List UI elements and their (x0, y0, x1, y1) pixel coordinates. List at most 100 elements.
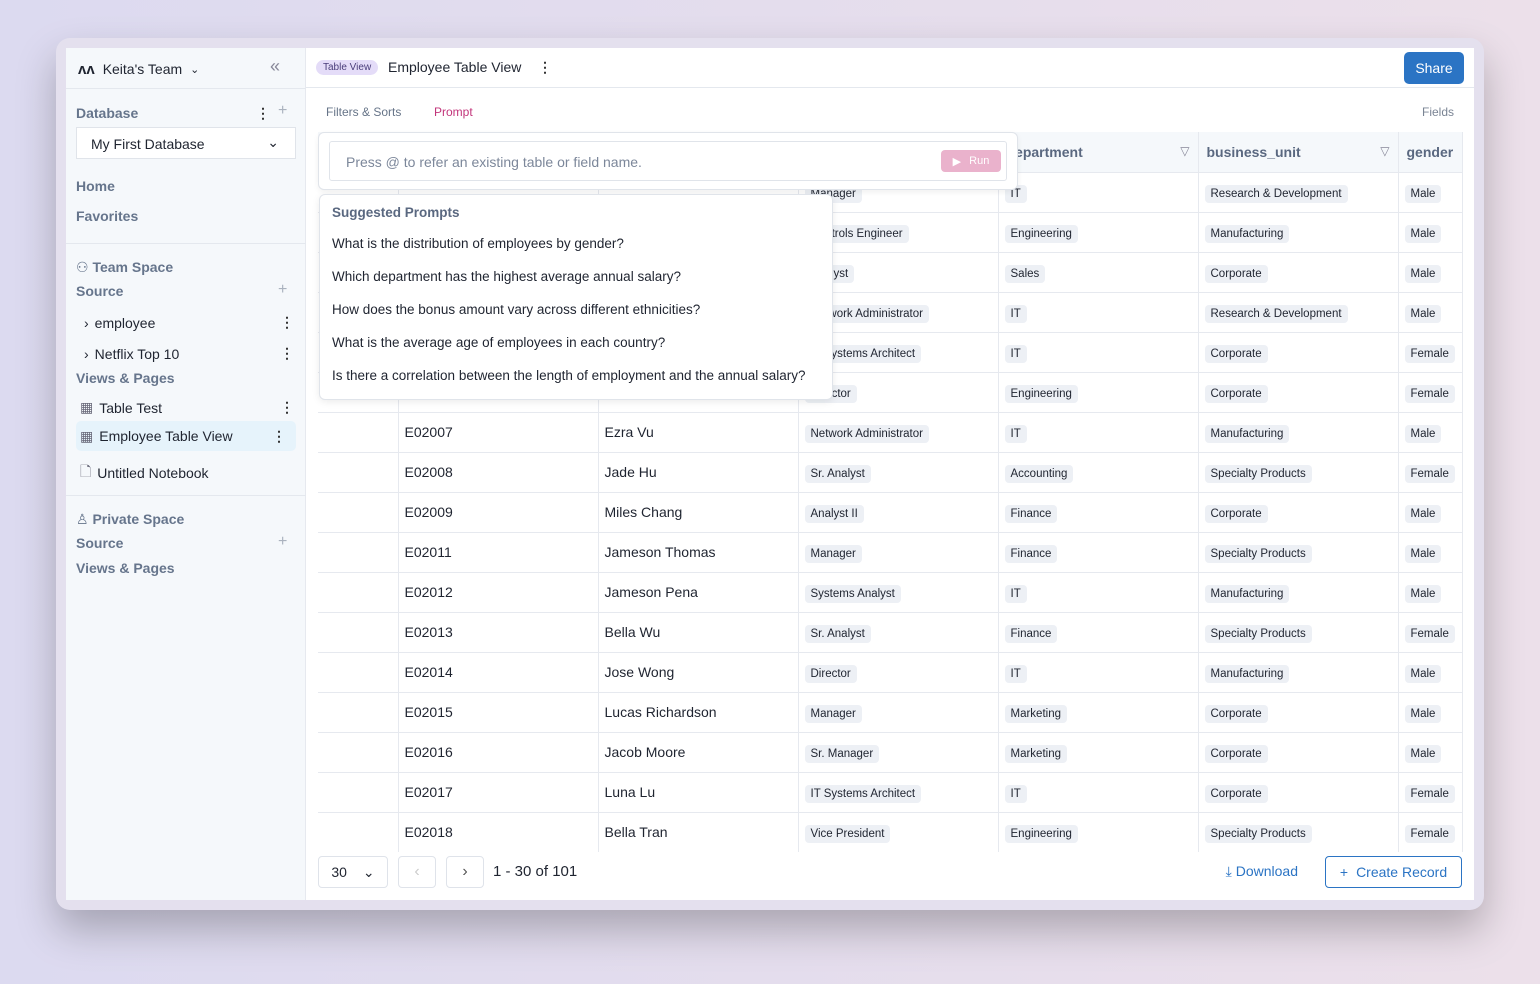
table-cell[interactable]: Manufacturing (1198, 571, 1399, 612)
table-cell[interactable]: E02008 (398, 451, 599, 492)
table-cell[interactable]: Female (1398, 331, 1463, 372)
table-cell[interactable]: Miles Chang (598, 491, 799, 532)
table-cell[interactable]: Corporate (1198, 371, 1399, 412)
table-cell[interactable]: E02017 (398, 771, 599, 812)
view-item-untitled-notebook[interactable]: 🗋 Untitled Notebook (80, 461, 209, 485)
table-cell[interactable]: Luna Lu (598, 771, 799, 812)
table-cell[interactable]: Female (1398, 371, 1463, 412)
table-cell[interactable]: Vice President (798, 811, 999, 852)
table-cell[interactable]: Male (1398, 251, 1463, 292)
collapse-sidebar-icon[interactable]: « (270, 56, 280, 77)
table-cell[interactable]: Sr. Analyst (798, 451, 999, 492)
table-cell[interactable]: Male (1398, 651, 1463, 692)
table-cell[interactable]: Jose Wong (598, 651, 799, 692)
more-icon[interactable]: ⋮ (280, 345, 294, 362)
table-cell[interactable]: E02011 (398, 531, 599, 572)
table-cell[interactable]: Bella Tran (598, 811, 799, 852)
table-cell[interactable]: Male (1398, 491, 1463, 532)
table-cell[interactable]: IT Systems Architect (798, 771, 999, 812)
table-cell[interactable]: Jade Hu (598, 451, 799, 492)
table-cell[interactable]: Female (1398, 611, 1463, 652)
table-cell[interactable]: Accounting (998, 451, 1199, 492)
table-row[interactable]: E02014 Jose Wong Director IT Manufacturing Ma… (318, 651, 1463, 692)
table-cell[interactable]: Corporate (1198, 491, 1399, 532)
page-size-select[interactable]: 30 ⌄ (318, 856, 388, 888)
run-button[interactable]: ▶ Run (941, 150, 1001, 172)
table-cell[interactable]: Engineering (998, 811, 1199, 852)
table-cell[interactable]: Finance (998, 531, 1199, 572)
table-cell[interactable]: Research & Development (1198, 171, 1399, 212)
filter-icon[interactable]: ▽ (1180, 144, 1189, 158)
table-cell[interactable]: Male (1398, 571, 1463, 612)
more-icon[interactable]: ⋮ (272, 428, 286, 445)
table-cell[interactable]: Research & Development (1198, 291, 1399, 332)
table-cell[interactable]: Marketing (998, 691, 1199, 732)
table-cell[interactable]: E02016 (398, 731, 599, 772)
table-cell[interactable]: Finance (998, 611, 1199, 652)
column-header[interactable]: gender (1398, 132, 1463, 172)
table-cell[interactable]: Male (1398, 691, 1463, 732)
suggested-prompt[interactable]: How does the bonus amount vary across di… (332, 302, 700, 317)
table-cell[interactable]: Lucas Richardson (598, 691, 799, 732)
table-cell[interactable]: Jameson Thomas (598, 531, 799, 572)
table-row[interactable]: E02011 Jameson Thomas Manager Finance Specia… (318, 531, 1463, 572)
table-cell[interactable]: Specialty Products (1198, 451, 1399, 492)
database-select[interactable]: My First Database ⌄ (76, 127, 296, 159)
table-cell[interactable]: Engineering (998, 211, 1199, 252)
table-cell[interactable]: IT (998, 571, 1199, 612)
table-cell[interactable]: Manufacturing (1198, 651, 1399, 692)
table-cell[interactable]: Jacob Moore (598, 731, 799, 772)
table-cell[interactable]: Male (1398, 171, 1463, 212)
table-cell[interactable]: Corporate (1198, 771, 1399, 812)
table-cell[interactable]: Network Administrator (798, 411, 999, 452)
suggested-prompt[interactable]: Is there a correlation between the lengt… (332, 368, 806, 383)
table-cell[interactable]: Sr. Manager (798, 731, 999, 772)
add-database-icon[interactable]: + (278, 102, 287, 120)
table-cell[interactable]: Sales (998, 251, 1199, 292)
nav-home[interactable]: Home (76, 178, 115, 194)
table-cell[interactable]: IT (998, 411, 1199, 452)
table-row[interactable]: E02009 Miles Chang Analyst II Finance Corpor… (318, 491, 1463, 532)
fields-button[interactable]: Fields (1422, 105, 1454, 119)
team-switcher[interactable]: ʌʌ Keita's Team ⌄ (78, 58, 199, 80)
more-icon[interactable]: ⋮ (280, 399, 294, 416)
table-cell[interactable]: Finance (998, 491, 1199, 532)
table-cell[interactable]: Analyst II (798, 491, 999, 532)
table-row[interactable]: E02012 Jameson Pena Systems Analyst IT Manuf… (318, 571, 1463, 612)
table-cell[interactable]: Jameson Pena (598, 571, 799, 612)
create-record-button[interactable]: + Create Record (1325, 856, 1462, 888)
table-cell[interactable]: Female (1398, 811, 1463, 852)
suggested-prompt[interactable]: What is the average age of employees in … (332, 335, 665, 350)
table-cell[interactable]: Male (1398, 731, 1463, 772)
table-cell[interactable]: Specialty Products (1198, 611, 1399, 652)
nav-favorites[interactable]: Favorites (76, 208, 138, 224)
filter-icon[interactable]: ▽ (1380, 144, 1389, 158)
add-source-icon[interactable]: + (278, 281, 287, 299)
table-cell[interactable]: Manufacturing (1198, 411, 1399, 452)
table-cell[interactable]: IT (998, 171, 1199, 212)
suggested-prompt[interactable]: What is the distribution of employees by… (332, 236, 624, 251)
table-cell[interactable]: Marketing (998, 731, 1199, 772)
source-item-netflix[interactable]: › Netflix Top 10 ⋮ (84, 345, 294, 362)
table-cell[interactable]: Manager (798, 691, 999, 732)
table-cell[interactable]: Sr. Analyst (798, 611, 999, 652)
table-row[interactable]: E02018 Bella Tran Vice President Engineerin… (318, 811, 1463, 852)
add-private-source-icon[interactable]: + (278, 533, 287, 551)
table-cell[interactable]: Engineering (998, 371, 1199, 412)
tab-filters-sorts[interactable]: Filters & Sorts (326, 105, 401, 119)
table-cell[interactable]: IT (998, 291, 1199, 332)
table-cell[interactable]: Corporate (1198, 731, 1399, 772)
table-cell[interactable]: IT (998, 651, 1199, 692)
table-cell[interactable]: Manager (798, 531, 999, 572)
table-row[interactable]: E02008 Jade Hu Sr. Analyst Accounting Specia… (318, 451, 1463, 492)
table-cell[interactable]: E02012 (398, 571, 599, 612)
view-item-table-test[interactable]: ▦ Table Test ⋮ (80, 399, 294, 416)
table-cell[interactable]: Female (1398, 771, 1463, 812)
table-cell[interactable]: Director (798, 651, 999, 692)
source-item-employee[interactable]: › employee ⋮ (84, 314, 294, 331)
column-header[interactable]: business_unit ▽ (1198, 132, 1399, 172)
table-row[interactable]: E02015 Lucas Richardson Manager Marketing Co… (318, 691, 1463, 732)
table-row[interactable]: E02007 Ezra Vu Network Administrator IT Manu… (318, 411, 1463, 452)
download-button[interactable]: ⤓ Download (1226, 863, 1298, 880)
share-button[interactable]: Share (1404, 52, 1464, 84)
